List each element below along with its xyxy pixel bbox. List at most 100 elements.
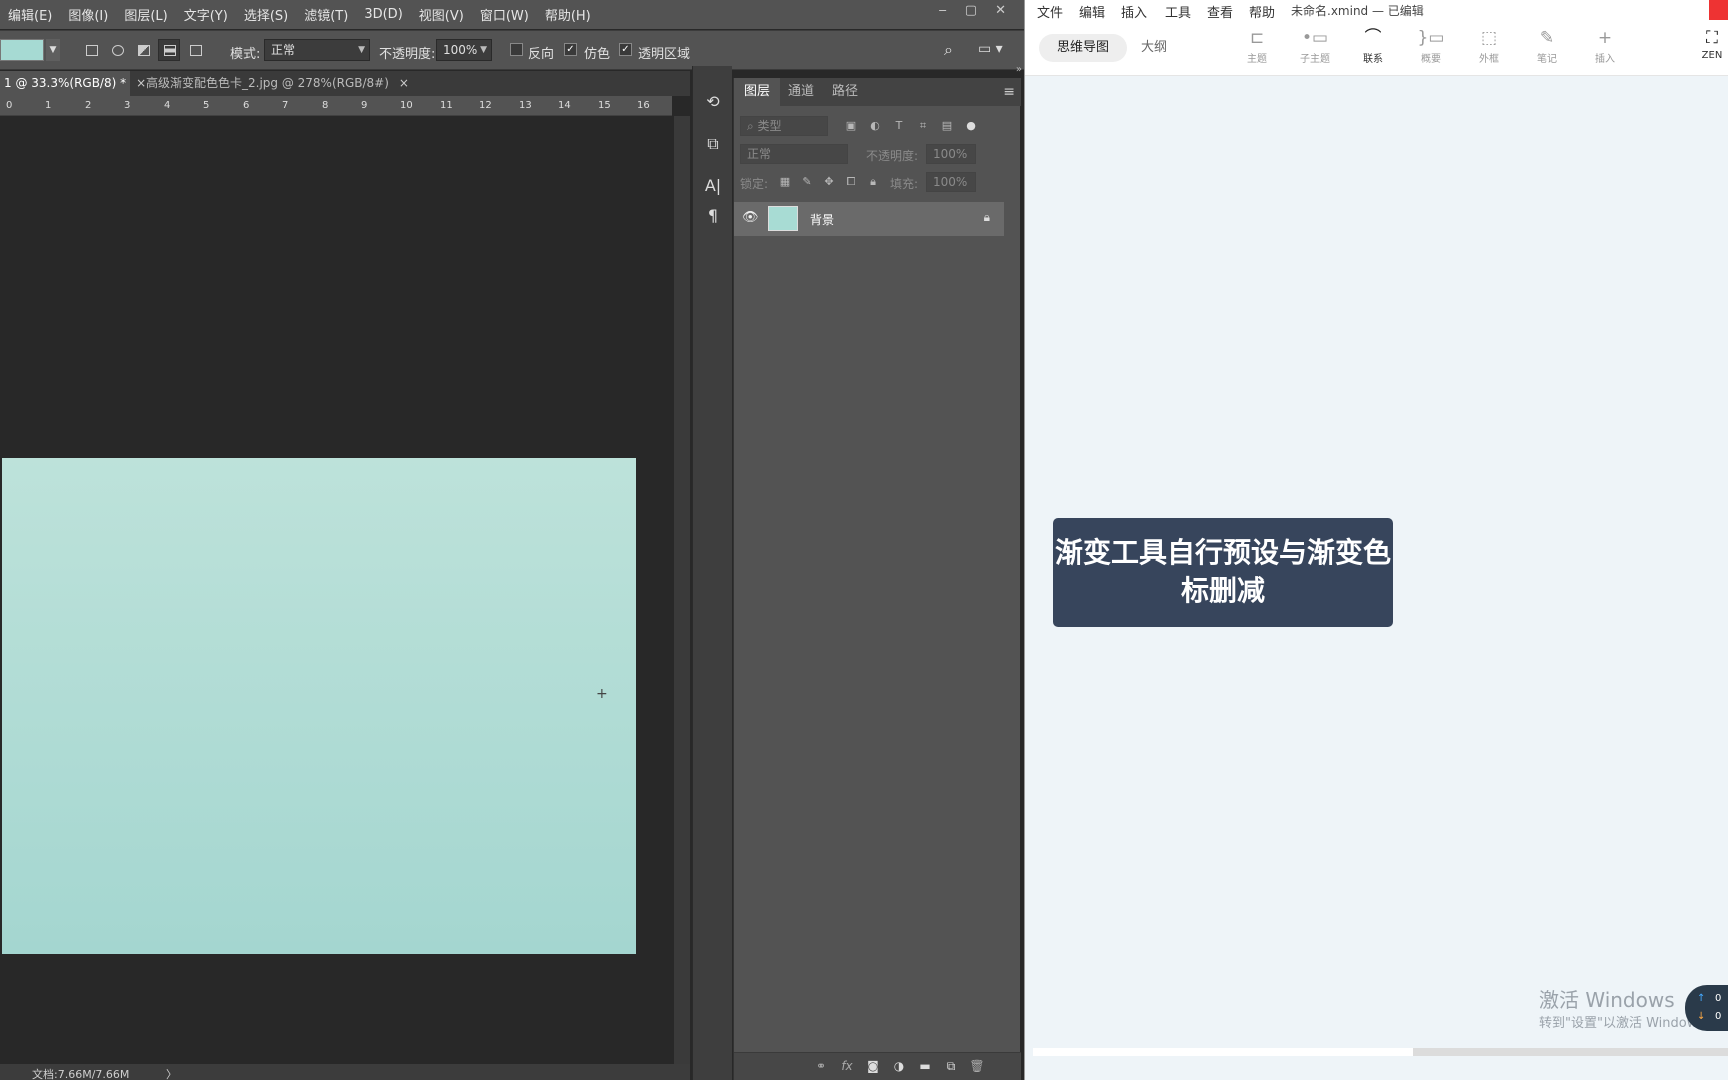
ps-menu-layer[interactable]: 图层(L) <box>116 5 175 24</box>
canvas-area[interactable]: + <box>0 116 674 1064</box>
reflected-gradient-button[interactable] <box>158 39 180 61</box>
summary-button[interactable]: }▭ 概要 <box>1405 26 1457 65</box>
fill-input[interactable]: 100% <box>926 172 976 192</box>
tab-document-1[interactable]: 1 @ 33.3%(RGB/8) * × <box>0 71 146 96</box>
ruler-tick: 9 <box>361 100 368 111</box>
ruler-tick: 1 <box>45 100 52 111</box>
ps-menu-select[interactable]: 选择(S) <box>236 5 296 24</box>
xm-menu-file[interactable]: 文件 <box>1037 2 1063 21</box>
filter-type-icon[interactable]: T <box>892 119 906 133</box>
close-icon[interactable]: ✕ <box>995 3 1006 18</box>
maximize-icon[interactable]: ▢ <box>965 3 977 18</box>
add-mask-icon[interactable]: ◙ <box>864 1059 882 1073</box>
blend-mode-select[interactable]: 正常 <box>740 144 848 164</box>
history-icon[interactable]: ⟲ <box>703 92 723 116</box>
relationship-button[interactable]: ⌒ 联系 <box>1347 26 1399 65</box>
central-topic[interactable]: 渐变工具自行预设与渐变色标删减 <box>1053 518 1393 627</box>
transparency-checkbox[interactable]: ✓ <box>619 43 632 56</box>
character-icon[interactable]: A| <box>703 176 723 200</box>
notes-button[interactable]: ✎ 笔记 <box>1521 26 1573 65</box>
ps-menu-type[interactable]: 文字(Y) <box>176 5 236 24</box>
collapse-right-icon[interactable]: » <box>1016 64 1022 75</box>
new-group-icon[interactable]: ▬ <box>916 1059 934 1073</box>
reverse-checkbox[interactable] <box>510 43 523 56</box>
ps-menu-image[interactable]: 图像(I) <box>60 5 116 24</box>
lock-artboard-icon[interactable]: ⧠ <box>844 175 858 189</box>
status-menu-arrow-icon[interactable]: 〉 <box>166 1066 177 1080</box>
tab-layers[interactable]: 图层 <box>734 78 781 106</box>
boundary-button[interactable]: ⬚ 外框 <box>1463 26 1515 65</box>
lock-all-icon[interactable]: 🔒︎ <box>866 175 880 189</box>
layer-filter-select[interactable]: ⌕ 类型 <box>740 116 828 136</box>
gradient-picker-arrow[interactable]: ▼ <box>46 39 60 61</box>
dither-label: 仿色 <box>584 47 611 62</box>
radial-gradient-button[interactable] <box>106 39 128 61</box>
delete-layer-icon[interactable]: 🗑︎ <box>968 1059 986 1073</box>
new-layer-icon[interactable]: ⧉ <box>942 1059 960 1074</box>
filter-shape-icon[interactable]: ⌗ <box>916 119 930 133</box>
ps-menu-window[interactable]: 窗口(W) <box>472 5 537 24</box>
document-canvas[interactable] <box>2 458 636 954</box>
filter-pixel-icon[interactable]: ▣ <box>844 119 858 133</box>
filter-smart-object-icon[interactable]: ▤ <box>940 119 954 133</box>
zen-mode-button[interactable]: ⛶ ZEN <box>1697 26 1727 61</box>
fill-label: 填充: <box>890 177 919 191</box>
link-layers-icon[interactable]: ⚭ <box>812 1059 830 1073</box>
xm-menu-insert[interactable]: 插入 <box>1121 2 1147 21</box>
horizontal-scrollbar[interactable] <box>1033 1048 1728 1056</box>
tab-mindmap[interactable]: 思维导图 <box>1039 34 1127 62</box>
linear-gradient-button[interactable] <box>80 39 102 61</box>
tab-paths[interactable]: 路径 <box>822 78 868 106</box>
close-icon[interactable]: × <box>399 76 409 90</box>
workspace-icon[interactable]: ▭ ▾ <box>978 41 1003 57</box>
clone-source-icon[interactable]: ⧉ <box>703 134 723 158</box>
blend-row: 正常 不透明度: 100% <box>740 144 1015 166</box>
photoshop-window: 编辑(E) 图像(I) 图层(L) 文字(Y) 选择(S) 滤镜(T) 3D(D… <box>0 0 1024 1080</box>
fx-icon[interactable]: fx <box>838 1059 856 1073</box>
subtopic-label: 子主题 <box>1300 54 1330 65</box>
tab-document-2[interactable]: 高级渐变配色色卡_2.jpg @ 278%(RGB/8#) × <box>142 71 409 96</box>
lock-brush-icon[interactable]: ✎ <box>800 175 814 189</box>
ps-menu-help[interactable]: 帮助(H) <box>537 5 599 24</box>
visibility-eye-icon[interactable]: 👁︎ <box>742 210 759 225</box>
filter-toggle-icon[interactable]: ● <box>964 119 978 133</box>
summary-icon: }▭ <box>1417 28 1445 48</box>
vertical-scrollbar[interactable] <box>674 116 690 1064</box>
lock-transparent-icon[interactable]: ▦ <box>778 175 792 189</box>
ps-menu-3d[interactable]: 3D(D) <box>356 7 410 22</box>
angle-gradient-button[interactable] <box>132 39 154 61</box>
tab-channels[interactable]: 通道 <box>778 78 824 106</box>
tab-outline[interactable]: 大纲 <box>1141 34 1191 62</box>
layer-row-background[interactable]: 👁︎ 背景 🔒︎ <box>734 202 1004 236</box>
xm-menu-tools[interactable]: 工具 <box>1165 2 1191 21</box>
subtopic-button[interactable]: •▭ 子主题 <box>1289 26 1341 65</box>
panel-menu-icon[interactable]: ≡ <box>1003 84 1015 100</box>
xm-menu-help[interactable]: 帮助 <box>1249 2 1275 21</box>
ruler-tick: 0 <box>6 100 13 111</box>
topic-button[interactable]: ⊏ 主题 <box>1231 26 1283 65</box>
layer-opacity-input[interactable]: 100% <box>926 144 976 164</box>
lock-label: 锁定: <box>740 177 769 191</box>
xm-menu-edit[interactable]: 编辑 <box>1079 2 1105 21</box>
ruler-tick: 14 <box>558 100 571 111</box>
paragraph-icon[interactable]: ¶ <box>703 206 723 230</box>
ps-menu-view[interactable]: 视图(V) <box>411 5 472 24</box>
ruler-tick: 5 <box>203 100 210 111</box>
search-icon[interactable]: ⌕ <box>944 40 953 60</box>
filter-adjustment-icon[interactable]: ◐ <box>868 119 882 133</box>
opacity-input[interactable]: 100% ▼ <box>436 39 492 61</box>
gradient-preview-swatch[interactable] <box>0 39 44 61</box>
network-speed-widget[interactable]: ↑ 0 ↓ 0 <box>1685 985 1728 1031</box>
ps-menu-edit[interactable]: 编辑(E) <box>0 5 60 24</box>
lock-move-icon[interactable]: ✥ <box>822 175 836 189</box>
diamond-gradient-button[interactable] <box>184 39 206 61</box>
xm-menu-view[interactable]: 查看 <box>1207 2 1233 21</box>
insert-button[interactable]: + 插入 <box>1579 26 1631 65</box>
scrollbar-thumb[interactable] <box>1413 1048 1728 1056</box>
minimize-icon[interactable]: ‒ <box>939 3 947 18</box>
ps-menu-filter[interactable]: 滤镜(T) <box>296 5 356 24</box>
mode-select[interactable]: 正常 ▼ <box>264 39 370 61</box>
adjustment-layer-icon[interactable]: ◑ <box>890 1059 908 1073</box>
record-indicator[interactable] <box>1709 0 1728 20</box>
dither-checkbox[interactable]: ✓ <box>564 43 577 56</box>
